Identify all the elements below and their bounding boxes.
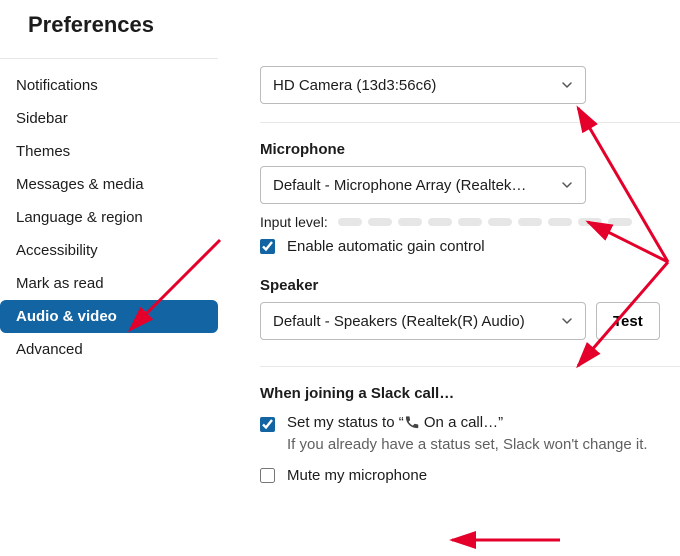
joining-heading: When joining a Slack call… xyxy=(260,385,680,402)
set-status-checkbox[interactable] xyxy=(260,417,275,432)
sidebar-item-language-region[interactable]: Language & region xyxy=(0,201,218,234)
microphone-label: Microphone xyxy=(260,141,680,158)
sidebar-item-themes[interactable]: Themes xyxy=(0,135,218,168)
input-level-label: Input level: xyxy=(260,214,328,230)
microphone-select-value: Default - Microphone Array (Realtek… xyxy=(273,177,526,194)
input-level-meter xyxy=(338,218,632,226)
sidebar-item-messages-media[interactable]: Messages & media xyxy=(0,168,218,201)
camera-select[interactable]: HD Camera (13d3:56c6) xyxy=(260,66,586,104)
speaker-select[interactable]: Default - Speakers (Realtek(R) Audio) xyxy=(260,302,586,340)
agc-checkbox[interactable] xyxy=(260,239,275,254)
phone-icon xyxy=(404,414,420,434)
speaker-label: Speaker xyxy=(260,277,680,294)
main-panel: HD Camera (13d3:56c6) Microphone Default… xyxy=(218,58,680,484)
microphone-select[interactable]: Default - Microphone Array (Realtek… xyxy=(260,166,586,204)
sidebar-item-advanced[interactable]: Advanced xyxy=(0,333,218,366)
chevron-down-icon xyxy=(561,79,573,91)
page-title: Preferences xyxy=(0,0,680,58)
chevron-down-icon xyxy=(561,315,573,327)
speaker-select-value: Default - Speakers (Realtek(R) Audio) xyxy=(273,313,525,330)
sidebar-item-accessibility[interactable]: Accessibility xyxy=(0,234,218,267)
divider xyxy=(260,366,680,367)
sidebar-item-mark-as-read[interactable]: Mark as read xyxy=(0,267,218,300)
test-speaker-button[interactable]: Test xyxy=(596,302,660,340)
sidebar-item-notifications[interactable]: Notifications xyxy=(0,69,218,102)
sidebar-item-sidebar[interactable]: Sidebar xyxy=(0,102,218,135)
mute-mic-label: Mute my microphone xyxy=(287,467,427,484)
chevron-down-icon xyxy=(561,179,573,191)
set-status-note: If you already have a status set, Slack … xyxy=(287,436,680,453)
camera-select-value: HD Camera (13d3:56c6) xyxy=(273,77,436,94)
divider xyxy=(260,122,680,123)
set-status-label: Set my status to “ On a call…” xyxy=(287,414,503,434)
agc-label: Enable automatic gain control xyxy=(287,238,485,255)
mute-mic-checkbox[interactable] xyxy=(260,468,275,483)
sidebar: Notifications Sidebar Themes Messages & … xyxy=(0,58,218,484)
sidebar-item-audio-video[interactable]: Audio & video xyxy=(0,300,218,333)
